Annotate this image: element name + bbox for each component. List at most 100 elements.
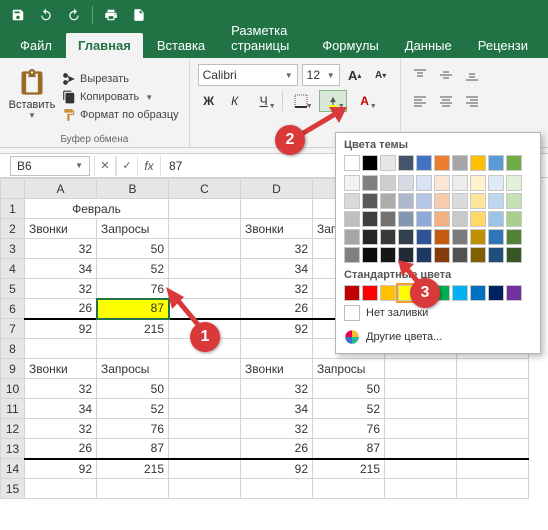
more-colors-button[interactable]: Другие цвета... [336, 325, 540, 349]
color-swatch[interactable] [398, 193, 414, 209]
color-swatch[interactable] [362, 285, 378, 301]
tab-review[interactable]: Рецензи [466, 33, 540, 58]
tab-file[interactable]: Файл [8, 33, 64, 58]
tab-insert[interactable]: Вставка [145, 33, 217, 58]
color-swatch[interactable] [470, 285, 486, 301]
color-swatch[interactable] [344, 193, 360, 209]
color-swatch[interactable] [362, 175, 378, 191]
align-right-icon[interactable] [461, 90, 483, 112]
color-swatch[interactable] [344, 247, 360, 263]
align-center-icon[interactable] [435, 90, 457, 112]
accept-formula-icon[interactable]: ✓ [116, 156, 138, 176]
color-swatch[interactable] [434, 175, 450, 191]
row-header[interactable]: 1 [1, 199, 25, 219]
color-swatch[interactable] [452, 155, 468, 171]
col-header[interactable]: B [97, 179, 169, 199]
color-swatch[interactable] [362, 211, 378, 227]
color-swatch[interactable] [344, 285, 360, 301]
col-header[interactable]: D [241, 179, 313, 199]
copy-button[interactable]: Копировать▼ [60, 89, 181, 105]
decrease-font-icon[interactable]: A▾ [370, 64, 392, 86]
color-swatch[interactable] [398, 229, 414, 245]
cell[interactable]: Февраль [25, 199, 169, 219]
align-middle-icon[interactable] [435, 64, 457, 86]
new-file-icon[interactable] [127, 3, 151, 27]
cell[interactable]: Звонки [25, 219, 97, 239]
color-swatch[interactable] [488, 285, 504, 301]
color-swatch[interactable] [488, 229, 504, 245]
align-bottom-icon[interactable] [461, 64, 483, 86]
color-swatch[interactable] [488, 155, 504, 171]
color-swatch[interactable] [434, 229, 450, 245]
color-swatch[interactable] [506, 229, 522, 245]
font-name-select[interactable]: Calibri▼ [198, 64, 298, 86]
color-swatch[interactable] [380, 175, 396, 191]
color-swatch[interactable] [416, 175, 432, 191]
color-swatch[interactable] [344, 211, 360, 227]
color-swatch[interactable] [398, 211, 414, 227]
color-swatch[interactable] [344, 155, 360, 171]
selected-cell[interactable]: 87 [97, 299, 169, 319]
cell[interactable]: Запросы [97, 219, 169, 239]
color-swatch[interactable] [506, 193, 522, 209]
tab-data[interactable]: Данные [393, 33, 464, 58]
save-icon[interactable] [6, 3, 30, 27]
color-swatch[interactable] [416, 155, 432, 171]
tab-layout[interactable]: Разметка страницы [219, 18, 308, 58]
color-swatch[interactable] [380, 193, 396, 209]
color-swatch[interactable] [416, 211, 432, 227]
color-swatch[interactable] [416, 193, 432, 209]
color-swatch[interactable] [452, 193, 468, 209]
color-swatch[interactable] [452, 285, 468, 301]
color-swatch[interactable] [344, 229, 360, 245]
color-swatch[interactable] [452, 247, 468, 263]
color-swatch[interactable] [470, 211, 486, 227]
name-box[interactable]: B6▼ [10, 156, 90, 176]
row-header[interactable]: 2 [1, 219, 25, 239]
color-swatch[interactable] [488, 193, 504, 209]
color-swatch[interactable] [398, 175, 414, 191]
tab-home[interactable]: Главная [66, 33, 143, 58]
cancel-formula-icon[interactable]: ✕ [94, 156, 116, 176]
color-swatch[interactable] [380, 285, 396, 301]
color-swatch[interactable] [344, 175, 360, 191]
color-swatch[interactable] [452, 229, 468, 245]
color-swatch[interactable] [434, 155, 450, 171]
color-swatch[interactable] [362, 155, 378, 171]
italic-button[interactable]: К [224, 90, 246, 112]
color-swatch[interactable] [470, 175, 486, 191]
align-top-icon[interactable] [409, 64, 431, 86]
col-header[interactable]: C [169, 179, 241, 199]
color-swatch[interactable] [434, 211, 450, 227]
color-swatch[interactable] [470, 229, 486, 245]
color-swatch[interactable] [380, 211, 396, 227]
color-swatch[interactable] [362, 247, 378, 263]
color-swatch[interactable] [380, 229, 396, 245]
cell[interactable]: Звонки [241, 219, 313, 239]
cut-button[interactable]: Вырезать [60, 71, 181, 87]
color-swatch[interactable] [434, 193, 450, 209]
color-swatch[interactable] [398, 155, 414, 171]
color-swatch[interactable] [434, 247, 450, 263]
no-fill-button[interactable]: Нет заливки [336, 301, 540, 325]
color-swatch[interactable] [506, 247, 522, 263]
fx-icon[interactable]: fx [138, 159, 160, 173]
undo-icon[interactable] [34, 3, 58, 27]
color-swatch[interactable] [452, 211, 468, 227]
bold-button[interactable]: Ж [198, 90, 220, 112]
color-swatch[interactable] [452, 175, 468, 191]
quick-print-icon[interactable] [99, 3, 123, 27]
paste-button[interactable]: Вставить ▼ [8, 62, 56, 126]
color-swatch[interactable] [506, 211, 522, 227]
format-painter-button[interactable]: Формат по образцу [60, 107, 181, 123]
redo-icon[interactable] [62, 3, 86, 27]
tab-formulas[interactable]: Формулы [310, 33, 391, 58]
color-swatch[interactable] [506, 175, 522, 191]
color-swatch[interactable] [470, 155, 486, 171]
color-swatch[interactable] [362, 229, 378, 245]
color-swatch[interactable] [470, 247, 486, 263]
color-swatch[interactable] [362, 193, 378, 209]
align-left-icon[interactable] [409, 90, 431, 112]
color-swatch[interactable] [416, 229, 432, 245]
color-swatch[interactable] [506, 155, 522, 171]
